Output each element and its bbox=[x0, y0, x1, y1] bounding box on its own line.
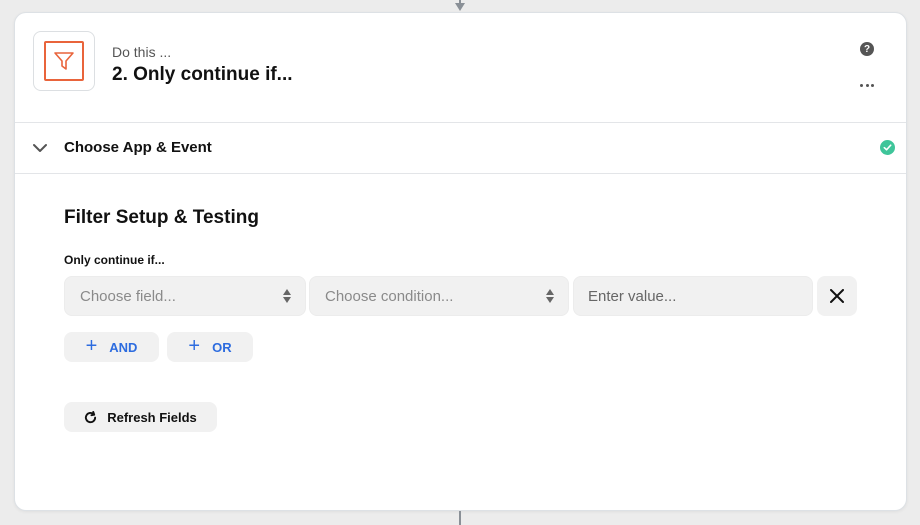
refresh-icon bbox=[85, 410, 97, 423]
app-icon bbox=[33, 31, 95, 91]
step-header[interactable]: Do this ... 2. Only continue if... ? bbox=[15, 13, 906, 123]
flow-arrow-icon bbox=[455, 3, 465, 11]
add-or-button[interactable]: + OR bbox=[167, 332, 253, 362]
value-input-placeholder: Enter value... bbox=[588, 287, 677, 305]
add-or-label: OR bbox=[212, 339, 232, 355]
step-title: 2. Only continue if... bbox=[112, 64, 293, 85]
sort-arrows-icon bbox=[283, 289, 291, 303]
section-choose-app-event[interactable]: Choose App & Event bbox=[15, 123, 906, 174]
add-and-label: AND bbox=[109, 339, 138, 355]
condition-select[interactable]: Choose condition... bbox=[309, 276, 569, 316]
section-title: Filter Setup & Testing bbox=[64, 207, 259, 228]
step-card: Do this ... 2. Only continue if... ? Cho… bbox=[14, 12, 907, 511]
remove-rule-button[interactable] bbox=[817, 276, 857, 316]
close-icon bbox=[830, 289, 844, 303]
question-circle-icon[interactable]: ? bbox=[860, 42, 874, 56]
filter-icon bbox=[44, 41, 84, 81]
section-label: Choose App & Event bbox=[64, 139, 212, 156]
condition-select-placeholder: Choose condition... bbox=[325, 287, 454, 305]
ellipsis-icon[interactable] bbox=[860, 81, 874, 89]
step-eyebrow: Do this ... bbox=[112, 44, 172, 60]
value-input[interactable]: Enter value... bbox=[573, 276, 813, 316]
flow-connector-bottom bbox=[459, 511, 461, 525]
plus-icon: + bbox=[85, 335, 98, 357]
sort-arrows-icon bbox=[546, 289, 554, 303]
plus-icon: + bbox=[188, 335, 201, 357]
refresh-fields-label: Refresh Fields bbox=[107, 409, 197, 425]
add-and-button[interactable]: + AND bbox=[64, 332, 159, 362]
field-select[interactable]: Choose field... bbox=[64, 276, 306, 316]
refresh-fields-button[interactable]: Refresh Fields bbox=[64, 402, 217, 432]
condition-label: Only continue if... bbox=[64, 253, 165, 267]
field-select-placeholder: Choose field... bbox=[80, 287, 176, 305]
check-circle-icon bbox=[880, 140, 895, 155]
chevron-down-icon[interactable] bbox=[33, 141, 47, 160]
